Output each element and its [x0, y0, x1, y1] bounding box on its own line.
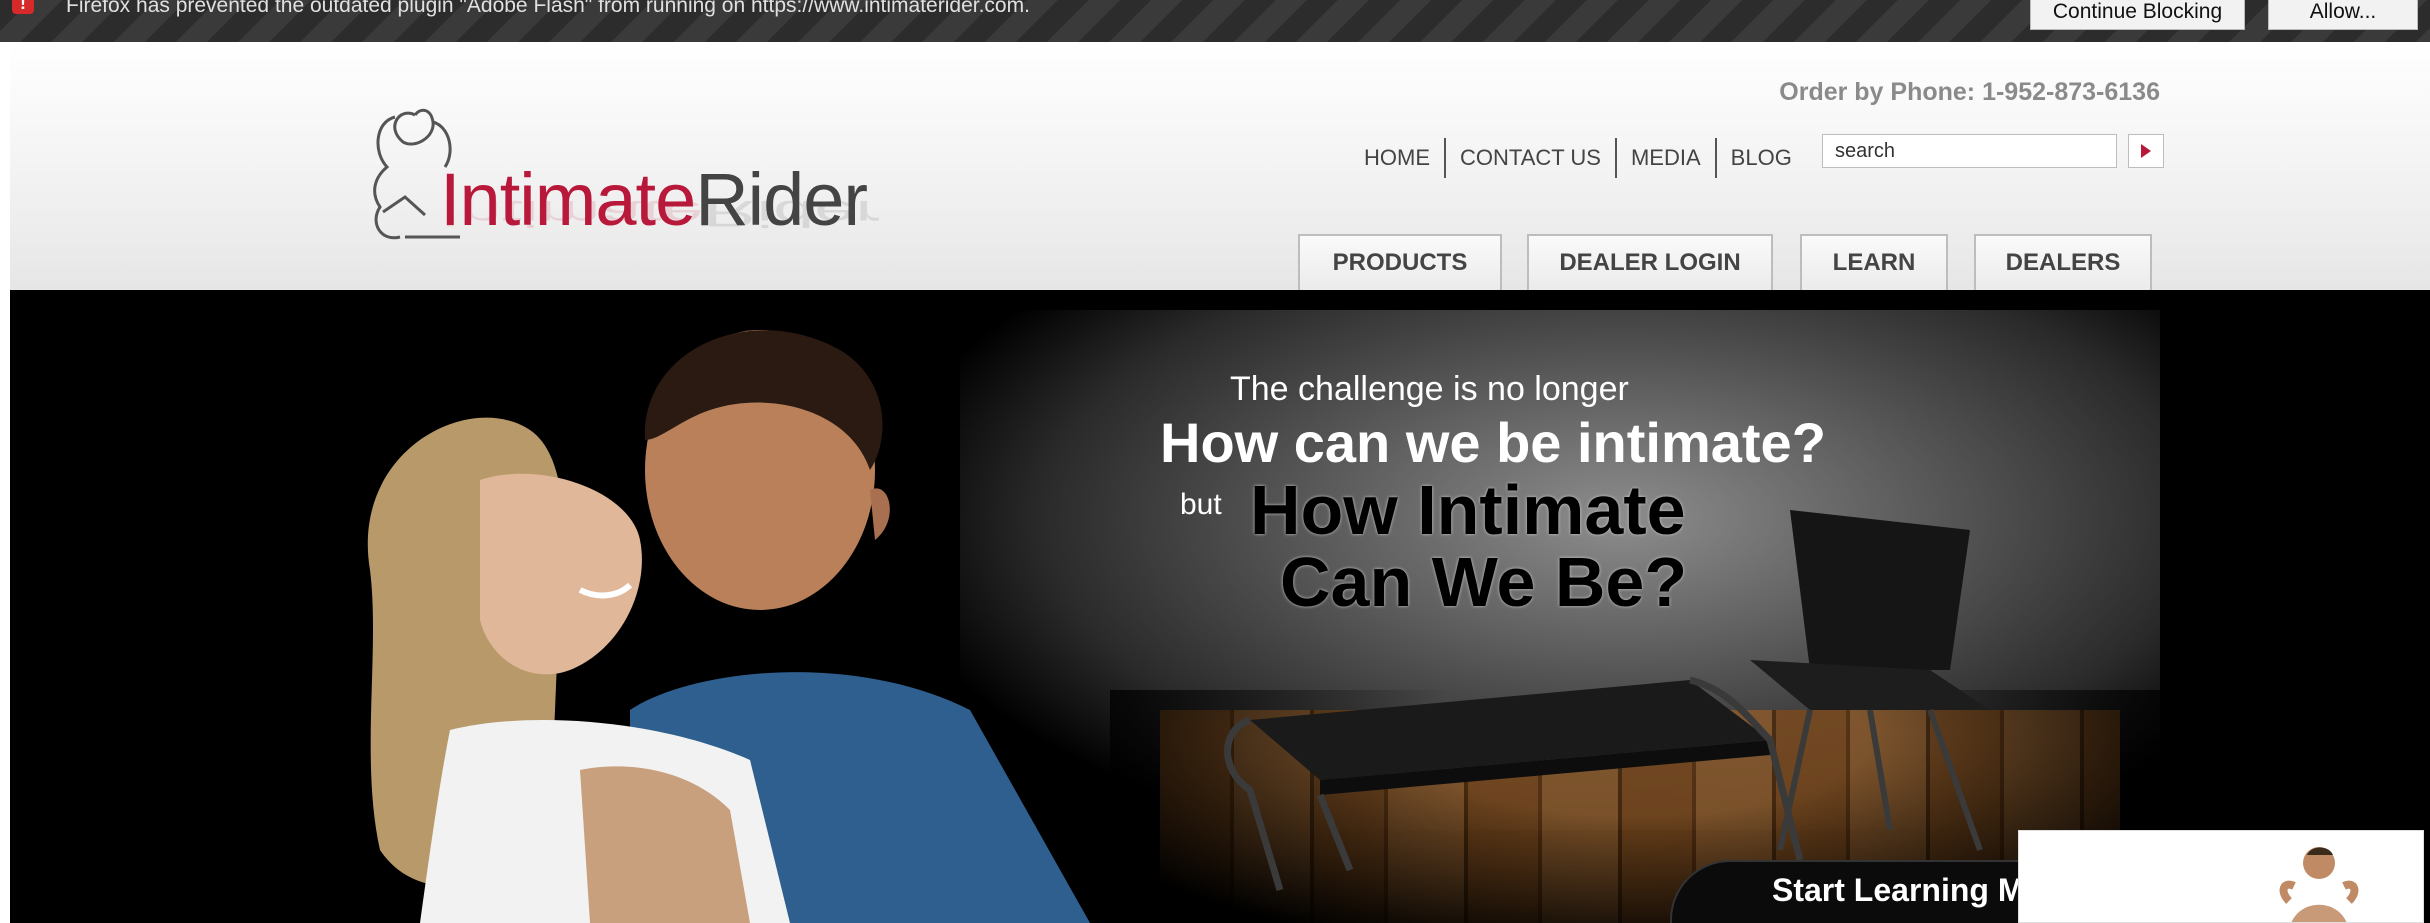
couple-photo	[367, 330, 1090, 923]
popup-ad[interactable]	[2018, 830, 2424, 923]
site-logo[interactable]: IntimateRider IntimateRider	[355, 77, 885, 292]
page-edge	[0, 42, 10, 923]
tab-learn[interactable]: LEARN	[1800, 234, 1948, 290]
site-header: IntimateRider IntimateRider Order by Pho…	[10, 42, 2430, 290]
tab-dealers[interactable]: DEALERS	[1974, 234, 2152, 290]
ad-image	[2279, 847, 2359, 922]
tab-products[interactable]: PRODUCTS	[1298, 234, 1502, 290]
allow-button[interactable]: Allow...	[2268, 0, 2418, 30]
logo-reflection: IntimateRider	[440, 193, 881, 235]
plugin-notification-bar: ! Firefox has prevented the outdated plu…	[0, 0, 2430, 42]
top-nav: HOME CONTACT US MEDIA BLOG	[1350, 138, 1806, 178]
plugin-warning-icon: !	[12, 0, 34, 14]
continue-blocking-button[interactable]: Continue Blocking	[2030, 0, 2245, 30]
nav-media[interactable]: MEDIA	[1617, 138, 1715, 178]
headline-main: How Intimate	[1250, 471, 1686, 549]
tab-dealer-login[interactable]: DEALER LOGIN	[1527, 234, 1773, 290]
headline-intro: The challenge is no longer	[1230, 370, 1629, 408]
hero-banner[interactable]: The challenge is no longer How can we be…	[10, 290, 2430, 923]
notification-message: Firefox has prevented the outdated plugi…	[66, 0, 1030, 17]
search-button[interactable]	[2128, 134, 2164, 168]
order-phone: Order by Phone: 1-952-873-6136	[1779, 78, 2160, 106]
nav-contact-us[interactable]: CONTACT US	[1446, 138, 1615, 178]
headline-main-2: Can We Be?	[1280, 543, 1688, 621]
headline-question: How can we be intimate?	[1160, 411, 1826, 474]
headline-but: but	[1180, 488, 1222, 521]
nav-home[interactable]: HOME	[1350, 138, 1444, 178]
search-input[interactable]: search	[1822, 134, 2117, 168]
arrow-right-icon	[2141, 144, 2151, 158]
nav-blog[interactable]: BLOG	[1717, 138, 1806, 178]
